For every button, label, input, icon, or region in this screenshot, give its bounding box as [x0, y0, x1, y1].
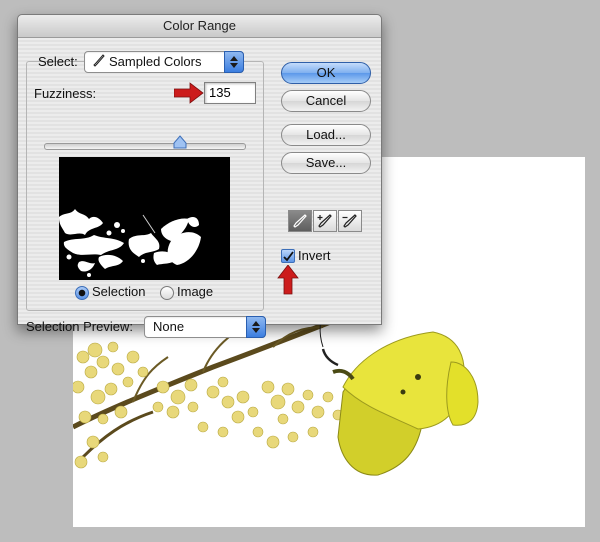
- load-button[interactable]: Load...: [281, 124, 371, 146]
- eyedropper-icon: [293, 214, 307, 228]
- selection-preview-label: Selection Preview:: [26, 319, 133, 334]
- fuzziness-label: Fuzziness:: [34, 86, 97, 101]
- fuzziness-input[interactable]: 135: [204, 82, 256, 104]
- red-arrow-up-icon: [277, 265, 299, 295]
- eyedropper-tool-button[interactable]: [288, 210, 312, 232]
- chevron-up-down-icon: [246, 316, 266, 338]
- select-value: Sampled Colors: [109, 54, 202, 69]
- eyedropper-plus-icon: [317, 214, 332, 228]
- color-range-dialog: Color Range Select: Sampled Colors Fuzzi…: [17, 14, 382, 338]
- selection-radio-label: Selection: [92, 284, 146, 299]
- invert-checkbox[interactable]: [281, 249, 295, 263]
- red-arrow-right-icon: [174, 82, 204, 104]
- fuzziness-slider-track[interactable]: [44, 143, 246, 150]
- dialog-title: Color Range: [18, 15, 381, 38]
- invert-label: Invert: [298, 248, 331, 263]
- save-button[interactable]: Save...: [281, 152, 371, 174]
- selection-preview-value: None: [153, 319, 185, 334]
- selection-radio[interactable]: [75, 286, 89, 300]
- select-dropdown[interactable]: Sampled Colors: [84, 51, 244, 73]
- image-radio-label: Image: [177, 284, 214, 299]
- fuzziness-slider-thumb[interactable]: [173, 135, 187, 149]
- add-to-sample-tool-button[interactable]: [313, 210, 337, 232]
- checkmark-icon: [283, 251, 294, 262]
- eyedropper-minus-icon: [342, 214, 357, 228]
- select-label: Select:: [38, 54, 78, 69]
- subtract-from-sample-tool-button[interactable]: [338, 210, 362, 232]
- image-radio[interactable]: [160, 286, 174, 300]
- selection-preview-image: [59, 157, 230, 280]
- ok-button[interactable]: OK: [281, 62, 371, 84]
- chevron-up-down-icon: [224, 51, 244, 73]
- eyedropper-icon: [93, 54, 105, 74]
- cancel-button[interactable]: Cancel: [281, 90, 371, 112]
- dialog-content: Select: Sampled Colors Fuzziness: 135 Se…: [18, 38, 381, 338]
- selection-preview-dropdown[interactable]: None: [144, 316, 266, 338]
